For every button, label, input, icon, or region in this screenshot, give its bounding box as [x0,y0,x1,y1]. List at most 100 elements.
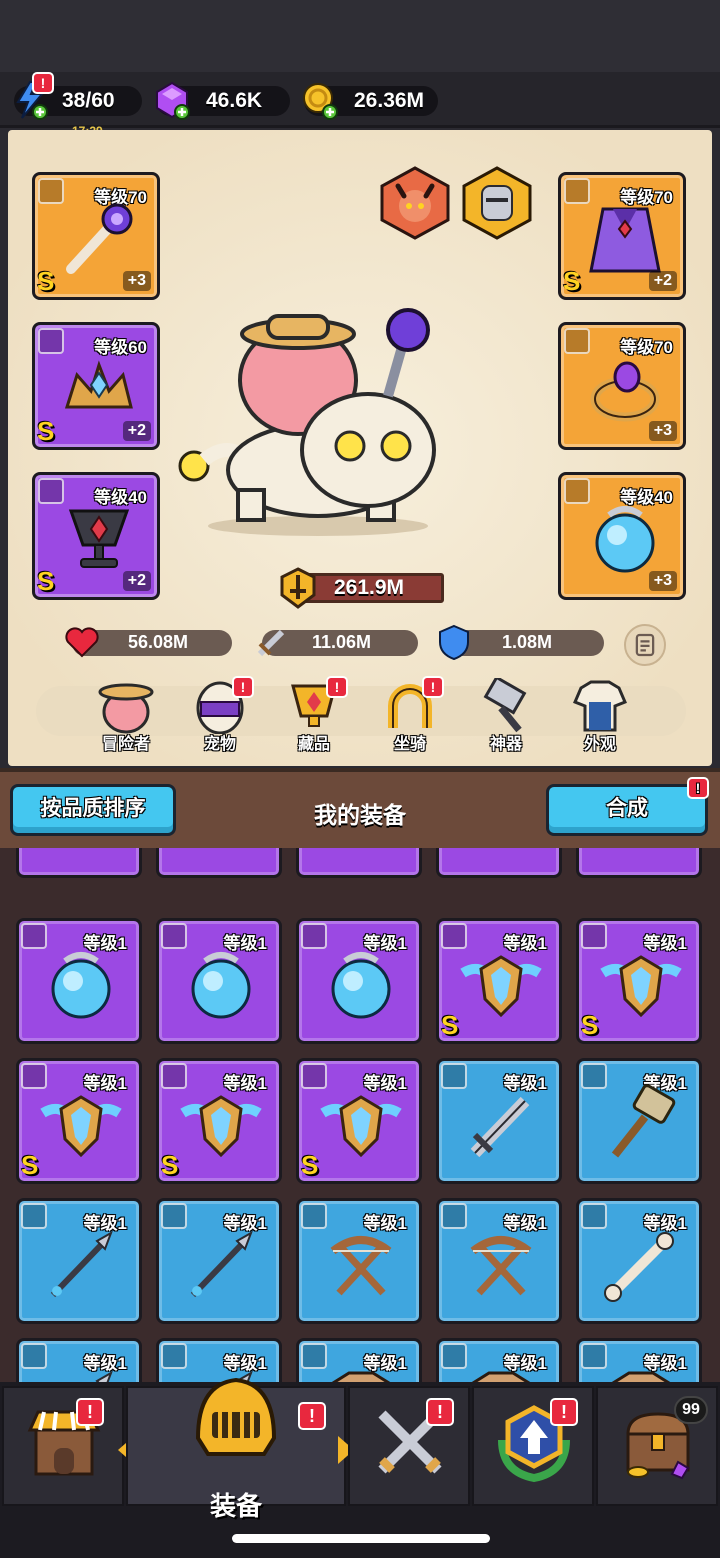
equip-slot-ring[interactable]: 等级70 +3 [558,322,686,450]
gem-counter[interactable]: 46.6K [156,81,290,120]
crossbow-icon [330,1236,392,1296]
inventory-slot-partial[interactable] [156,848,282,878]
hammer-icon [611,1084,676,1158]
equip-slot-weapon[interactable]: 等级70 S +3 [32,172,160,300]
tab-equipment-label: 装备 [209,1491,262,1521]
tab-shop[interactable]: ! [2,1386,124,1506]
inventory-slot[interactable]: 等级1 [436,1338,562,1382]
gold-counter[interactable]: 26.36M [303,83,438,120]
resource-bar: 38/60 17:29 ! 46.6K 26.36M [0,72,720,138]
inventory-slot[interactable]: 等级1 [296,1198,422,1324]
rank-badge: S [301,1150,319,1180]
power-sword-icon [280,567,316,609]
inventory-slot[interactable]: 等级1 S [576,918,702,1044]
crown-icon [64,360,133,409]
sort-by-quality-button[interactable]: 按品质排序 [10,784,176,836]
tab-battle[interactable]: ! [348,1386,470,1506]
helmet-icon [195,1377,277,1456]
nav-mount[interactable]: 坐骑 ! [370,676,450,758]
hero-panel: 等级70 S +3 等级60 S +2 等级40 S +2 等级70 S +2 … [8,130,712,766]
nav-adventurer[interactable]: 冒险者 [86,678,166,758]
tab-upgrade[interactable]: ! [472,1386,594,1506]
energy-alert-badge: ! [32,72,54,94]
inventory-slot-partial[interactable] [16,848,142,878]
demon-companion-portrait[interactable] [378,166,452,240]
winged-shield-icon [320,1095,402,1158]
nav-pet[interactable]: 宠物 ! [180,676,260,758]
collection-alert-badge: ! [326,676,348,698]
rank-badge: S [37,566,55,596]
inventory-slot[interactable]: 等级1 [156,1198,282,1324]
nav-label: 神器 [489,736,522,753]
equip-slot-accessory[interactable]: 等级40 S +2 [32,472,160,600]
inventory-slot[interactable]: 等级1 [156,918,282,1044]
upgrade-alert-badge: ! [550,1398,578,1426]
inventory-slot[interactable]: 等级1 S [296,1058,422,1184]
inventory-slot[interactable]: 等级1 S [156,1058,282,1184]
inventory-slot-partial[interactable] [436,848,562,878]
rank-badge: S [563,266,581,296]
nav-outfit[interactable]: 外观 [560,678,640,758]
inventory-slot[interactable]: 等级1 [16,1198,142,1324]
artifact-hammer-icon [483,678,527,733]
inventory-slot-partial[interactable] [296,848,422,878]
pet-alert-badge: ! [232,676,254,698]
nav-label: 外观 [583,736,616,753]
armor-icon [611,1371,671,1382]
inventory-slot[interactable]: 等级1 S [436,918,562,1044]
equip-slot-helmet[interactable]: 等级60 S +2 [32,322,160,450]
enhance-level: +3 [122,271,151,291]
gold-coin-icon [303,83,338,120]
nav-label: 藏品 [297,736,330,753]
chest-count-badge: 99 [674,1396,708,1424]
hp-stat: 56.08M [65,627,232,658]
nav-collection[interactable]: 藏品 ! [274,676,354,758]
knight-companion-portrait[interactable] [460,166,534,240]
gem-icon [156,81,190,120]
winged-shield-icon [600,955,682,1018]
cape-icon [589,207,661,273]
tab-equipment[interactable]: 装备 ! [126,1377,346,1521]
tab-chest[interactable]: 99 [596,1386,718,1506]
nav-artifact[interactable]: 神器 [466,678,546,758]
stats-detail-icon[interactable] [624,624,666,666]
spear-icon [50,1230,113,1298]
inventory-slot[interactable]: 等级1 [16,918,142,1044]
equip-slot-amulet[interactable]: 等级40 +3 [558,472,686,600]
inventory-slot[interactable]: 等级1 [16,1338,142,1382]
rank-badge: S [441,1010,459,1040]
staff-icon [66,203,133,274]
inventory-slot[interactable]: 等级1 [436,1058,562,1184]
sword-icon [470,1096,530,1158]
inventory-slot[interactable]: 等级1 [436,1198,562,1324]
merge-button[interactable]: 合成 ! [546,777,709,836]
battle-alert-badge: ! [426,1398,454,1426]
winged-shield-icon [460,955,542,1018]
rank-badge: S [21,1150,39,1180]
hp-value: 56.08M [128,632,189,652]
enhance-level: +2 [648,271,677,291]
power-value: 261.9M [334,576,405,599]
orb-icon [51,952,111,1019]
bottom-navigation: ! 装备 ! ! ! 99 [0,1377,720,1558]
inventory-slot-partial[interactable] [576,848,702,878]
spear-icon [190,1230,253,1298]
inventory-slot[interactable]: 等级1 [576,1338,702,1382]
winged-shield-icon [180,1095,262,1158]
equipment-alert-badge: ! [298,1402,326,1430]
armor-icon [471,1371,531,1382]
rank-badge: S [161,1150,179,1180]
merge-alert-badge: ! [687,777,709,799]
shop-alert-badge: ! [76,1398,104,1426]
inventory-slot[interactable]: 等级1 [576,1198,702,1324]
energy-counter[interactable]: 38/60 17:29 ! [14,72,142,138]
equip-slot-cape[interactable]: 等级70 S +2 [558,172,686,300]
winged-shield-icon [40,1095,122,1158]
inventory-slot[interactable]: 等级1 [296,918,422,1044]
inventory-slot[interactable]: 等级1 [296,1338,422,1382]
inventory-slot[interactable]: 等级1 [576,1058,702,1184]
inventory-slot[interactable]: 等级1 S [16,1058,142,1184]
hero-character [178,308,436,536]
nav-label: 宠物 [203,736,236,753]
bone-club-icon [604,1232,674,1302]
